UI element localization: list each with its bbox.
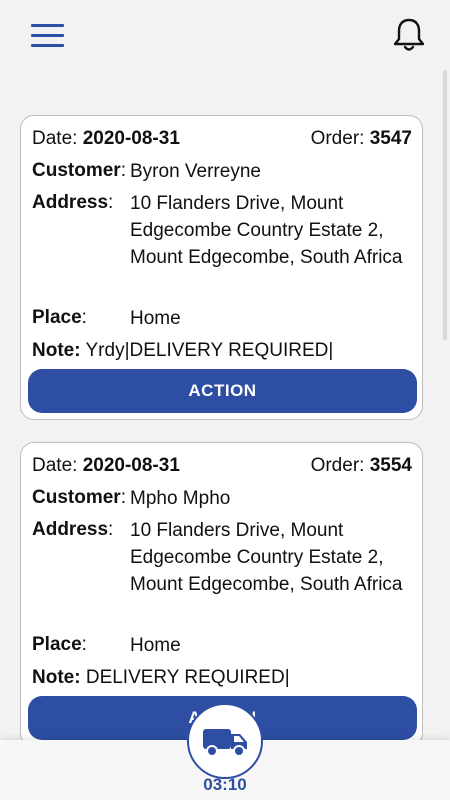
address-value: 10 Flanders Drive, Mount Edgecombe Count…: [130, 193, 403, 268]
order-number-field: Order: 3547: [310, 128, 412, 149]
order-card: Date: 2020-08-31 Order: 3547 Customer: B…: [20, 115, 423, 420]
note-value: Yrdy|DELIVERY REQUIRED|: [85, 340, 334, 361]
customer-label: Customer:: [32, 160, 126, 181]
order-number: 3547: [369, 128, 412, 149]
customer-value: Mpho Mpho: [130, 488, 231, 509]
delivery-truck-button[interactable]: [187, 703, 263, 779]
delivery-truck-icon: [203, 729, 247, 757]
order-number: 3554: [369, 455, 412, 476]
date-field: Date: 2020-08-31: [32, 128, 180, 149]
action-button[interactable]: ACTION: [28, 369, 417, 413]
place-label: Place:: [32, 307, 87, 328]
timer: 03:10: [203, 775, 247, 794]
note-field: Note: Yrdy|DELIVERY REQUIRED|: [32, 340, 334, 361]
place-value: Home: [130, 635, 181, 656]
date-field: Date: 2020-08-31: [32, 455, 180, 476]
top-bar: [0, 0, 450, 70]
customer-value: Byron Verreyne: [130, 161, 261, 182]
order-number-field: Order: 3554: [310, 455, 412, 476]
bell-icon[interactable]: [392, 17, 426, 53]
address-label: Address:: [32, 519, 114, 540]
customer-label: Customer:: [32, 487, 126, 508]
order-date: 2020-08-31: [82, 455, 180, 476]
address-value: 10 Flanders Drive, Mount Edgecombe Count…: [130, 520, 403, 595]
note-value: DELIVERY REQUIRED|: [85, 667, 290, 688]
place-label: Place:: [32, 634, 87, 655]
order-date: 2020-08-31: [82, 128, 180, 149]
note-field: Note: DELIVERY REQUIRED|: [32, 667, 290, 688]
scrollbar[interactable]: [443, 70, 447, 340]
address-label: Address:: [32, 192, 114, 213]
order-card: Date: 2020-08-31 Order: 3554 Customer: M…: [20, 442, 423, 747]
hamburger-menu-icon[interactable]: [31, 24, 64, 48]
place-value: Home: [130, 308, 181, 329]
